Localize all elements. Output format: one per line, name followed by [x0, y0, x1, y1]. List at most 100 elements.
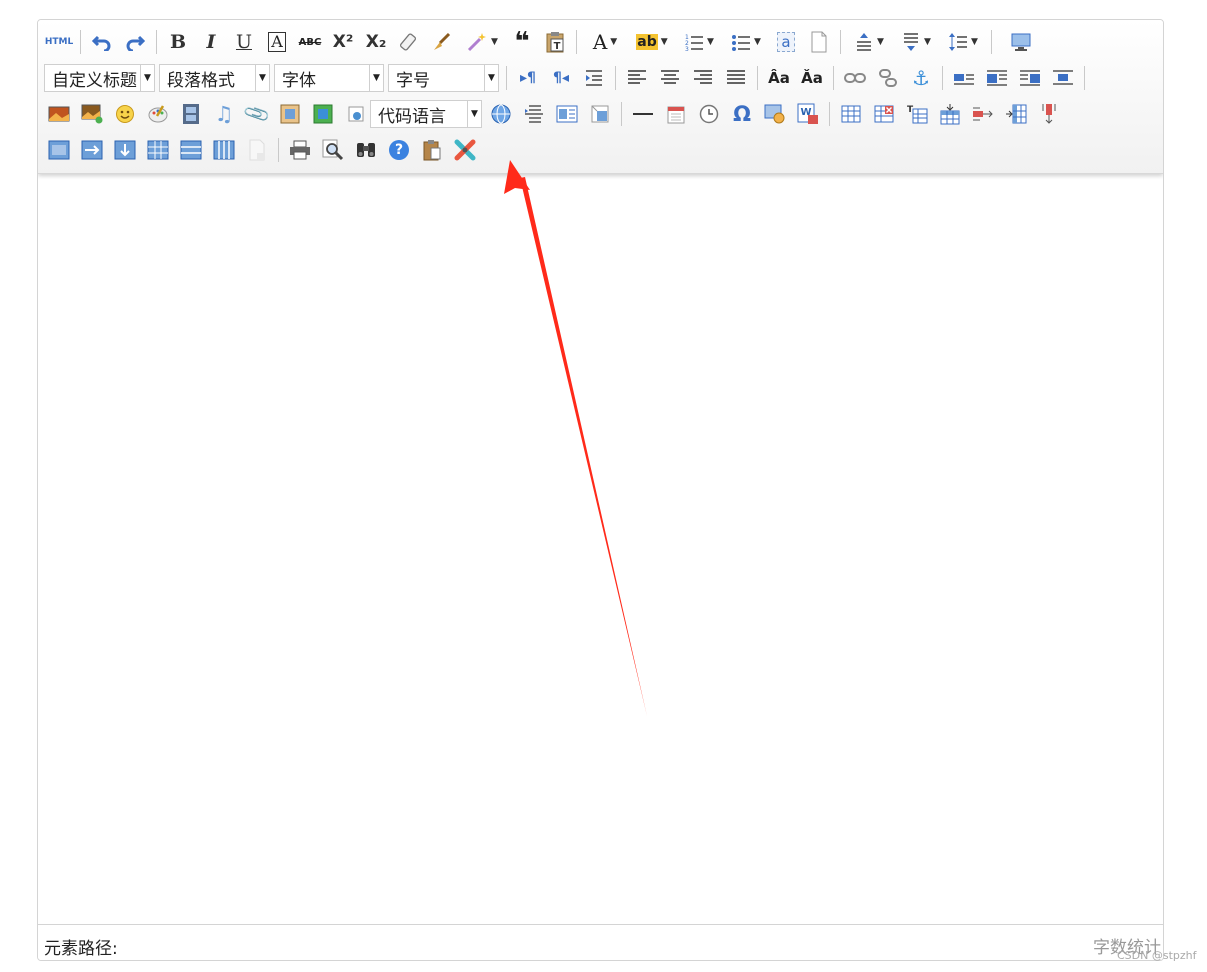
ordered-list-button[interactable]: 123 ▼ [677, 28, 721, 56]
align-justify-button[interactable] [721, 64, 751, 92]
preview-button[interactable] [486, 100, 516, 128]
background-icon [591, 105, 609, 123]
align-left-button[interactable] [622, 64, 652, 92]
custom-heading-select[interactable]: 自定义标题 ▼ [44, 64, 155, 92]
touppercase-button[interactable]: Âa [764, 64, 794, 92]
tolowercase-button[interactable]: Ǎa [797, 64, 827, 92]
line-height-button[interactable]: ▼ [941, 28, 985, 56]
search-replace-button[interactable] [351, 136, 381, 164]
align-right-button[interactable] [688, 64, 718, 92]
direction-rtl-button[interactable]: ¶◂ [546, 64, 576, 92]
split-to-cells-button[interactable] [143, 136, 173, 164]
code-language-select[interactable]: 代码语言 ▼ [370, 100, 482, 128]
time-button[interactable] [694, 100, 724, 128]
image-right-button[interactable] [1015, 64, 1045, 92]
format-match-button[interactable] [427, 28, 457, 56]
delete-col-button[interactable] [1034, 100, 1064, 128]
merge-right-button[interactable] [77, 136, 107, 164]
paragraph-format-select[interactable]: 段落格式 ▼ [159, 64, 270, 92]
unordered-list-button[interactable]: ▼ [724, 28, 768, 56]
indent-button[interactable] [579, 64, 609, 92]
separator [840, 30, 841, 54]
paste-button[interactable] [417, 136, 447, 164]
insert-code-button[interactable]: a [771, 28, 801, 56]
source-html-button[interactable]: HTML [44, 28, 74, 56]
word-image-button[interactable]: W [793, 100, 823, 128]
subscript-button[interactable]: X₂ [361, 28, 391, 56]
merge-cells-button[interactable] [44, 136, 74, 164]
chart-button[interactable] [242, 136, 272, 164]
print-preview-button[interactable] [318, 136, 348, 164]
insert-frame-button[interactable] [275, 100, 305, 128]
help-button[interactable]: ? [384, 136, 414, 164]
date-button[interactable] [661, 100, 691, 128]
paste-plain-button[interactable]: T [540, 28, 570, 56]
music-button[interactable]: ♫ [209, 100, 239, 128]
insert-row-button[interactable] [935, 100, 965, 128]
image-center-button[interactable] [1048, 64, 1078, 92]
bold-button[interactable]: B [163, 28, 193, 56]
new-document-button[interactable] [804, 28, 834, 56]
superscript-button[interactable]: X² [328, 28, 358, 56]
split-to-rows-button[interactable] [176, 136, 206, 164]
split-cells-icon [147, 140, 169, 160]
unlink-button[interactable] [873, 64, 903, 92]
highlight-icon: ab [636, 34, 658, 50]
font-family-select[interactable]: 字体 ▼ [274, 64, 384, 92]
forecolor-button[interactable]: A ▼ [583, 28, 627, 56]
simple-upload-button[interactable] [44, 100, 74, 128]
subscript-icon: X₂ [365, 32, 387, 52]
align-center-button[interactable] [655, 64, 685, 92]
horizontal-rule-button[interactable] [628, 100, 658, 128]
direction-ltr-button[interactable]: ▸¶ [513, 64, 543, 92]
dropdown-arrow-icon: ▼ [610, 37, 618, 47]
omega-icon: Ω [733, 102, 751, 126]
font-border-button[interactable]: A [262, 28, 292, 56]
drafts-button[interactable] [450, 136, 480, 164]
map-button[interactable] [308, 100, 338, 128]
delete-row-button[interactable] [968, 100, 998, 128]
row-spacing-bottom-button[interactable]: ▼ [894, 28, 938, 56]
image-none-button[interactable] [949, 64, 979, 92]
remove-format-button[interactable] [394, 28, 424, 56]
anchor-button[interactable]: ⚓ [906, 64, 936, 92]
editor-content-area[interactable] [38, 174, 1163, 924]
snapscreen-button[interactable] [760, 100, 790, 128]
split-to-cols-button[interactable] [209, 136, 239, 164]
delete-table-button[interactable] [869, 100, 899, 128]
webapp-button[interactable] [341, 100, 371, 128]
font-size-select[interactable]: 字号 ▼ [388, 64, 499, 92]
image-left-button[interactable] [982, 64, 1012, 92]
insert-video-button[interactable] [176, 100, 206, 128]
italic-button[interactable]: I [196, 28, 226, 56]
backcolor-button[interactable]: ab ▼ [630, 28, 674, 56]
insert-col-button[interactable] [1001, 100, 1031, 128]
blockquote-button[interactable]: ❝ [507, 28, 537, 56]
auto-typeset-button[interactable]: ▼ [460, 28, 504, 56]
row-spacing-top-button[interactable]: ▼ [847, 28, 891, 56]
insert-image-button[interactable] [77, 100, 107, 128]
strikethrough-button[interactable]: ABC [295, 28, 325, 56]
merge-down-button[interactable] [110, 136, 140, 164]
insert-caption-button[interactable]: T [902, 100, 932, 128]
separator [942, 66, 943, 90]
attachment-button[interactable]: 📎 [242, 99, 272, 128]
fullscreen-button[interactable] [1006, 28, 1036, 56]
special-chars-button[interactable]: Ω [727, 100, 757, 128]
emotion-button[interactable] [110, 100, 140, 128]
redo-button[interactable] [120, 28, 150, 56]
insert-table-button[interactable] [836, 100, 866, 128]
undo-button[interactable] [87, 28, 117, 56]
pagebreak-button[interactable] [519, 100, 549, 128]
toolbar-row-1: HTML B I U A ABC X² X₂ ▼ ❝ T A ▼ ab ▼ 1 … [44, 27, 1039, 57]
template-button[interactable] [552, 100, 582, 128]
image-float-right-icon [1020, 70, 1040, 86]
print-button[interactable] [285, 136, 315, 164]
font-size-value: 字号 [396, 70, 430, 91]
scrawl-button[interactable] [143, 100, 173, 128]
delete-row-icon [973, 107, 993, 121]
link-button[interactable] [840, 64, 870, 92]
strikethrough-icon: ABC [298, 36, 322, 48]
underline-button[interactable]: U [229, 28, 259, 56]
background-button[interactable] [585, 100, 615, 128]
